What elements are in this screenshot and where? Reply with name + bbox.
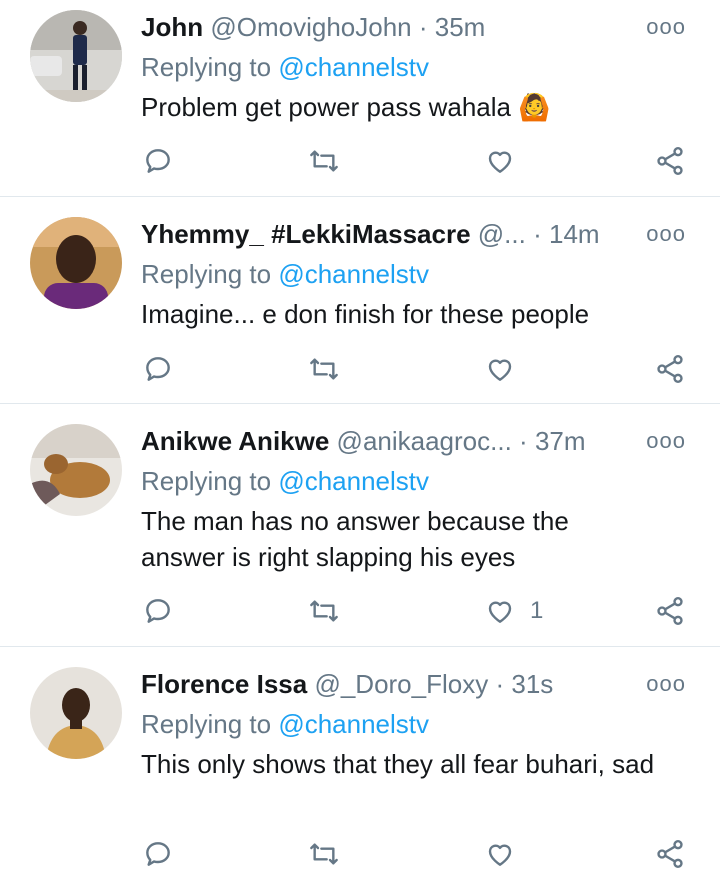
more-icon[interactable]: ooo (646, 671, 686, 697)
replying-to: Replying to @channelstv (141, 50, 429, 84)
mention-link[interactable]: @channelstv (278, 466, 429, 496)
tweet-text-content: The man has no answer because the answer… (141, 506, 569, 572)
reply-icon (146, 842, 170, 866)
share-icon (657, 840, 683, 868)
emoji-icon: 🙆 (518, 92, 551, 122)
like-button[interactable] (484, 349, 530, 389)
like-button[interactable] (484, 834, 530, 874)
tweet-actions (0, 349, 720, 389)
replying-prefix: Replying to (141, 259, 272, 289)
reply-button[interactable] (142, 834, 174, 874)
tweet-actions (0, 141, 720, 181)
replying-to: Replying to @channelstv (141, 464, 429, 498)
tweet-4[interactable]: Florence Issa @_Doro_Floxy · 31s ooo Rep… (0, 647, 720, 877)
user-handle[interactable]: @OmovighoJohn (210, 12, 411, 42)
replying-to: Replying to @channelstv (141, 257, 429, 291)
tweet-actions: 1 (0, 591, 720, 631)
tweet-text-content: Problem get power pass wahala (141, 92, 511, 122)
tweet-actions (0, 834, 720, 874)
more-icon[interactable]: ooo (646, 428, 686, 454)
retweet-icon (310, 843, 338, 865)
reply-button[interactable] (142, 141, 174, 181)
tweet-header: Yhemmy_ #LekkiMassacre @... · 14m (141, 217, 600, 251)
tweet-3[interactable]: Anikwe Anikwe @anikaagroc... · 37m ooo R… (0, 404, 720, 647)
user-handle[interactable]: @... (478, 219, 526, 249)
user-handle[interactable]: @anikaagroc... (337, 426, 512, 456)
replying-prefix: Replying to (141, 709, 272, 739)
avatar[interactable] (30, 217, 122, 309)
tweet-text: The man has no answer because the answer… (141, 503, 621, 575)
separator: · (519, 426, 528, 456)
timestamp[interactable]: 35m (435, 12, 486, 42)
avatar[interactable] (30, 424, 122, 516)
tweet-header: Anikwe Anikwe @anikaagroc... · 37m (141, 424, 600, 458)
display-name[interactable]: Florence Issa (141, 669, 307, 699)
replying-prefix: Replying to (141, 52, 272, 82)
timestamp[interactable]: 31s (511, 669, 553, 699)
retweet-button[interactable] (308, 349, 340, 389)
tweet-2[interactable]: Yhemmy_ #LekkiMassacre @... · 14m ooo Re… (0, 197, 720, 404)
mention-link[interactable]: @channelstv (278, 259, 429, 289)
retweet-icon (310, 150, 338, 172)
like-button[interactable] (484, 141, 530, 181)
display-name[interactable]: Yhemmy_ #LekkiMassacre (141, 219, 471, 249)
replying-prefix: Replying to (141, 466, 272, 496)
timestamp[interactable]: 37m (535, 426, 586, 456)
more-icon[interactable]: ooo (646, 221, 686, 247)
retweet-button[interactable] (308, 834, 340, 874)
separator: · (533, 219, 542, 249)
tweet-header: John @OmovighoJohn · 35m (141, 10, 600, 44)
display-name[interactable]: John (141, 12, 203, 42)
tweet-text-content: This only shows that they all fear buhar… (141, 749, 655, 779)
tweet-text: Problem get power pass wahala 🙆 (141, 89, 661, 125)
retweet-button[interactable] (308, 141, 340, 181)
tweet-header: Florence Issa @_Doro_Floxy · 31s (141, 667, 600, 701)
like-button[interactable]: 1 (484, 591, 543, 631)
separator: · (495, 669, 505, 699)
avatar[interactable] (30, 667, 122, 759)
display-name[interactable]: Anikwe Anikwe (141, 426, 329, 456)
retweet-button[interactable] (308, 591, 340, 631)
reply-icon (146, 599, 170, 623)
replying-to: Replying to @channelstv (141, 707, 429, 741)
share-button[interactable] (654, 591, 686, 631)
separator: · (418, 12, 428, 42)
share-button[interactable] (654, 834, 686, 874)
mention-link[interactable]: @channelstv (278, 709, 429, 739)
like-icon (488, 844, 512, 866)
timestamp[interactable]: 14m (549, 219, 600, 249)
like-count: 1 (530, 597, 544, 624)
like-icon (488, 601, 512, 623)
user-handle[interactable]: @_Doro_Floxy (314, 669, 488, 699)
like-icon (488, 359, 512, 381)
reply-icon (146, 149, 170, 173)
reply-button[interactable] (142, 349, 174, 389)
tweet-text: Imagine... e don finish for these people (141, 296, 661, 332)
share-icon (657, 355, 683, 383)
mention-link[interactable]: @channelstv (278, 52, 429, 82)
reply-button[interactable] (142, 591, 174, 631)
like-icon (488, 151, 512, 173)
tweet-text-content: Imagine... e don finish for these people (141, 299, 590, 329)
tweet-1[interactable]: John @OmovighoJohn · 35m ooo Replying to… (0, 0, 720, 197)
reply-icon (146, 357, 170, 381)
tweet-text: This only shows that they all fear buhar… (141, 746, 661, 782)
avatar[interactable] (30, 10, 122, 102)
retweet-icon (310, 600, 338, 622)
share-icon (657, 147, 683, 175)
share-button[interactable] (654, 141, 686, 181)
share-button[interactable] (654, 349, 686, 389)
retweet-icon (310, 358, 338, 380)
share-icon (657, 597, 683, 625)
more-icon[interactable]: ooo (646, 14, 686, 40)
